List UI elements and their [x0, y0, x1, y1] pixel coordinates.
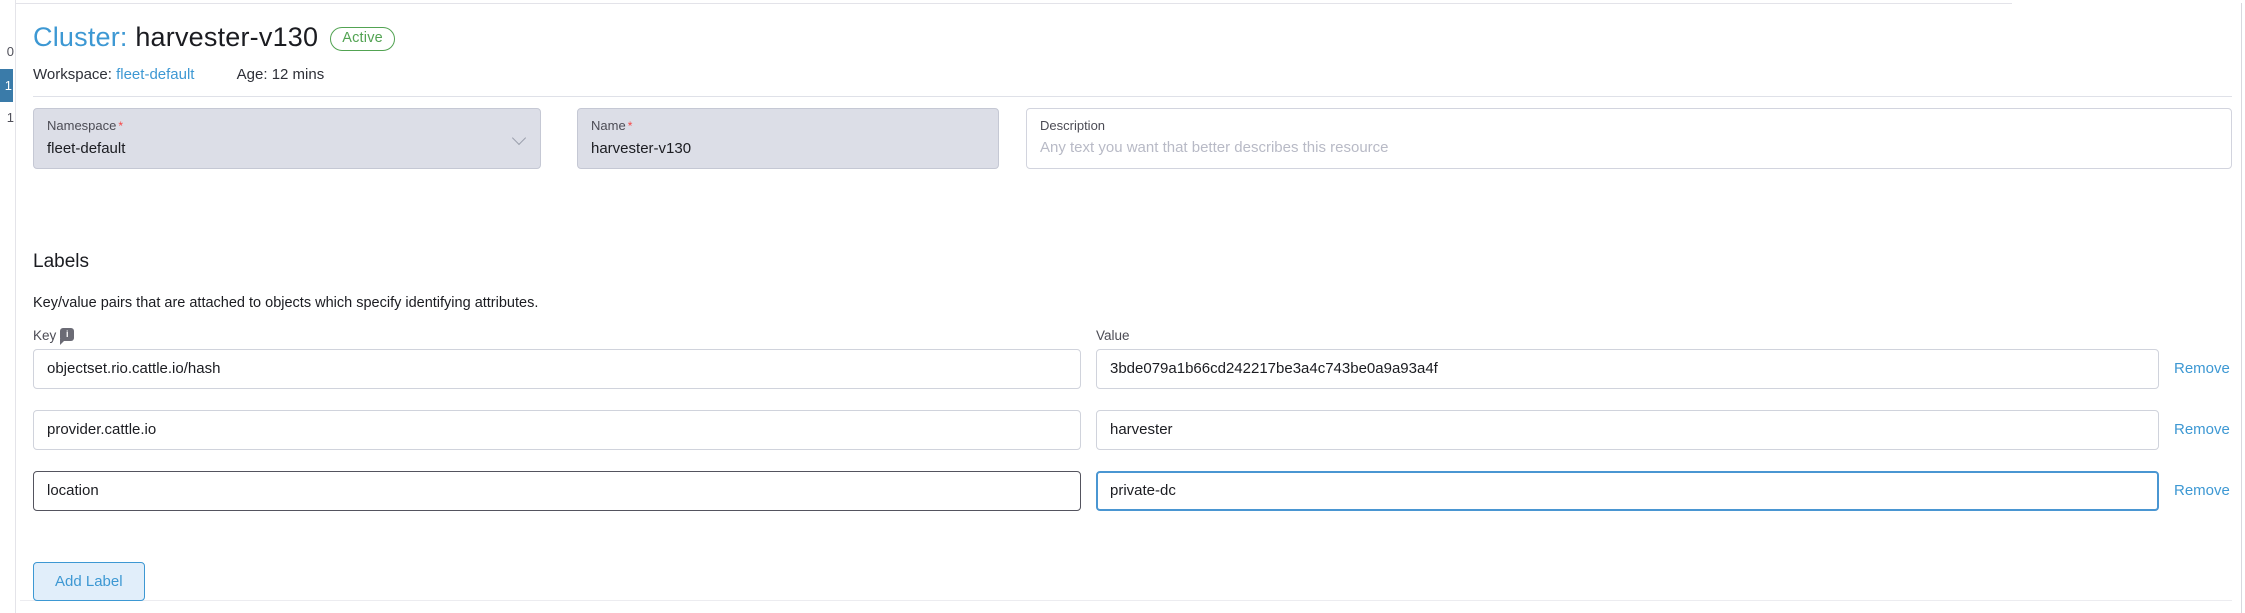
labels-section-subtitle: Key/value pairs that are attached to obj… [33, 295, 2232, 311]
age-label: Age: [237, 66, 268, 83]
resource-name: harvester-v130 [135, 22, 318, 52]
sidebar-sliver: 0 1 1 [0, 0, 16, 613]
header-divider [33, 96, 2232, 97]
header-meta: Workspace: fleet-default Age: 12 mins [33, 66, 2232, 83]
label-row: Remove [33, 410, 2232, 450]
key-column-header: Key [33, 328, 56, 343]
resource-form-row: Namespace* fleet-default Name* harvester… [33, 108, 2232, 169]
sidebar-item-count: 1 [5, 78, 12, 93]
remove-label-link[interactable]: Remove [2174, 421, 2230, 438]
namespace-select: Namespace* fleet-default [33, 108, 541, 169]
label-key-input[interactable] [33, 349, 1081, 389]
namespace-label: Namespace* [47, 118, 527, 133]
resource-type-label: Cluster: [33, 22, 128, 52]
required-marker: * [628, 119, 633, 133]
page-title: Cluster: harvester-v130 Active [33, 24, 2232, 55]
value-column-header: Value [1096, 328, 1130, 343]
labels-header-row: Key i Value [33, 328, 2232, 343]
name-value: harvester-v130 [591, 140, 985, 157]
info-icon: i [60, 328, 74, 341]
namespace-value: fleet-default [47, 140, 527, 157]
label-value-input[interactable] [1096, 471, 2159, 511]
label-key-input[interactable] [33, 471, 1081, 511]
name-input: Name* harvester-v130 [577, 108, 999, 169]
app-root: 0 1 1 Cluster: harvester-v130 Active Work… [0, 0, 2245, 613]
labels-section-title: Labels [33, 251, 2232, 273]
workspace-link[interactable]: fleet-default [116, 66, 194, 83]
status-badge: Active [330, 27, 395, 51]
remove-label-link[interactable]: Remove [2174, 360, 2230, 377]
description-input[interactable] [1040, 139, 2218, 156]
label-row: Remove [33, 471, 2232, 511]
workspace-label: Workspace: [33, 66, 112, 83]
label-value-input[interactable] [1096, 349, 2159, 389]
name-label: Name* [591, 118, 985, 133]
label-value-input[interactable] [1096, 410, 2159, 450]
label-key-input[interactable] [33, 410, 1081, 450]
add-label-button[interactable]: Add Label [33, 562, 145, 601]
sidebar-item-count: 1 [0, 110, 14, 126]
age-value: 12 mins [272, 66, 325, 83]
sidebar-item-count: 0 [0, 44, 14, 60]
labels-rows: Remove Remove Remove [33, 349, 2232, 511]
required-marker: * [118, 119, 123, 133]
main-content: Cluster: harvester-v130 Active Workspace:… [17, 0, 2232, 601]
sidebar-item-selected[interactable]: 1 [0, 69, 13, 102]
right-divider [2241, 3, 2242, 613]
remove-label-link[interactable]: Remove [2174, 482, 2230, 499]
description-field[interactable]: Description [1026, 108, 2232, 169]
label-row: Remove [33, 349, 2232, 389]
description-label: Description [1040, 118, 2218, 133]
